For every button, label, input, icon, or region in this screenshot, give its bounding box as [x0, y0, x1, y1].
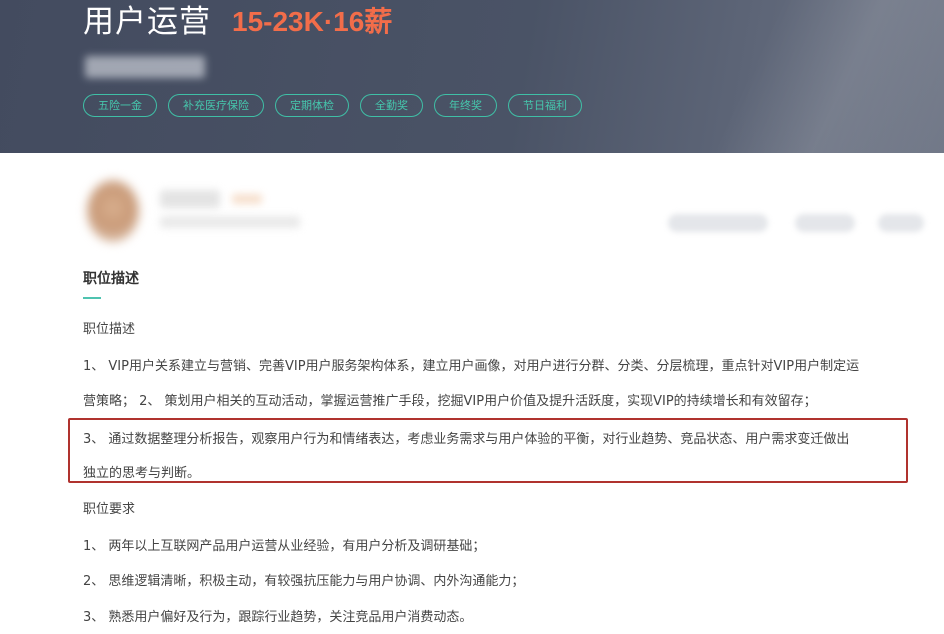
section-title: 职位描述: [83, 271, 139, 287]
highlight-annotation-box: [68, 418, 908, 483]
description-line: 1、 VIP用户关系建立与营销、完善VIP用户服务架构体系，建立用户画像，对用户…: [83, 359, 860, 374]
banner-decoration: [684, 0, 944, 153]
benefit-tags: 五险一金 补充医疗保险 定期体检 全勤奖 年终奖 节日福利: [83, 94, 582, 117]
recruiter-avatar[interactable]: [87, 180, 139, 242]
requirement-line: 1、 两年以上互联网产品用户运营从业经验，有用户分析及调研基础；: [83, 539, 486, 554]
blurred-recruiter-badge: [232, 194, 262, 204]
job-header-banner: 用户运营 15-23K·16薪 五险一金 补充医疗保险 定期体检 全勤奖 年终奖…: [0, 0, 944, 153]
blurred-recruiter-name: [160, 190, 220, 208]
description-subheading: 职位描述: [83, 322, 136, 337]
job-title: 用户运营: [83, 4, 211, 40]
blurred-recruiter-title: [160, 216, 300, 228]
blurred-company-info: [85, 56, 205, 78]
section-title-underline: [83, 297, 101, 299]
requirement-line: 3、 熟悉用户偏好及行为，跟踪行业趋势，关注竞品用户消费动态。: [83, 610, 473, 625]
benefit-tag: 补充医疗保险: [168, 94, 264, 117]
description-line: 营策略； 2、 策划用户相关的互动活动，掌握运营推广手段，挖掘VIP用户价值及提…: [83, 394, 817, 409]
requirements-subheading: 职位要求: [83, 502, 136, 517]
blurred-action-button[interactable]: [878, 214, 924, 232]
benefit-tag: 节日福利: [508, 94, 582, 117]
benefit-tag: 年终奖: [434, 94, 497, 117]
benefit-tag: 全勤奖: [360, 94, 423, 117]
salary-range: 15-23K·16薪: [232, 6, 393, 37]
benefit-tag: 定期体检: [275, 94, 349, 117]
blurred-action-button[interactable]: [668, 214, 768, 232]
benefit-tag: 五险一金: [83, 94, 157, 117]
blurred-action-button[interactable]: [795, 214, 855, 232]
requirement-line: 2、 思维逻辑清晰，积极主动，有较强抗压能力与用户协调、内外沟通能力；: [83, 574, 525, 589]
